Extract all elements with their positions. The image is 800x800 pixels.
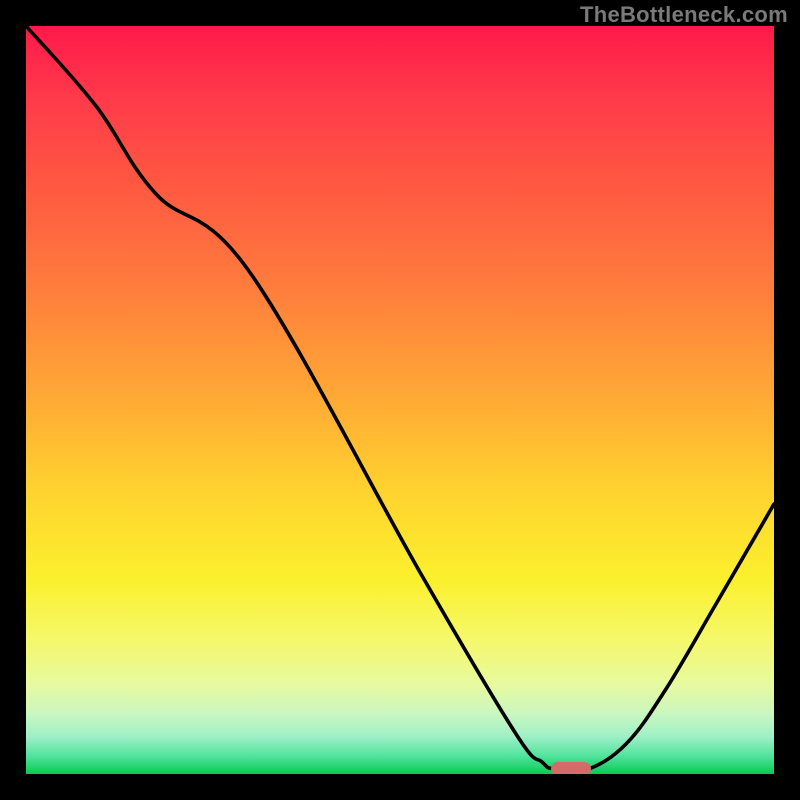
sweet-spot-marker xyxy=(551,762,591,774)
chart-frame: TheBottleneck.com xyxy=(0,0,800,800)
plot-area xyxy=(26,26,774,774)
watermark-text: TheBottleneck.com xyxy=(580,2,788,28)
heat-gradient-background xyxy=(26,26,774,774)
